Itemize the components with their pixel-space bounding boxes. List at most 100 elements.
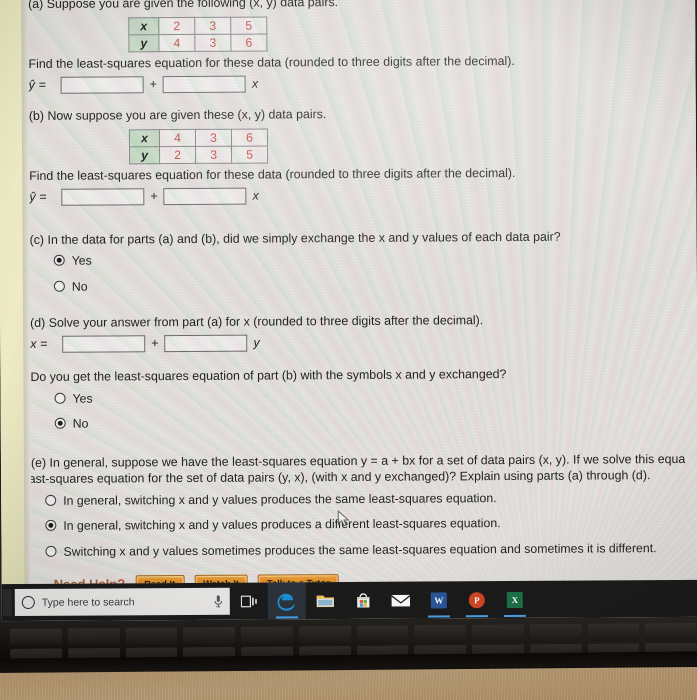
part-c-option-no[interactable]: No	[53, 275, 697, 295]
part-d-options: Yes No	[54, 386, 697, 432]
taskbar-item-file-explorer[interactable]	[306, 582, 344, 619]
part-b-intercept-input[interactable]	[61, 188, 145, 206]
taskbar-item-word[interactable]: W	[420, 581, 458, 618]
table-a-y-1: 3	[194, 34, 231, 52]
taskbar-icons: W P X	[230, 581, 534, 620]
table-b-x-0: 4	[159, 128, 196, 147]
part-d-option-no[interactable]: No	[54, 412, 697, 432]
radio-selected-icon[interactable]	[53, 255, 65, 267]
taskbar-start-edge[interactable]	[2, 589, 12, 617]
part-b-answer-line: ŷ = + x	[29, 185, 696, 206]
table-a-x-2: 5	[230, 16, 267, 35]
part-e-option-2[interactable]: In general, switching x and y values pro…	[45, 514, 697, 534]
powerpoint-icon-letter: P	[474, 594, 480, 605]
word-icon-letter: W	[434, 594, 444, 605]
microphone-icon[interactable]	[214, 595, 223, 608]
table-b-x-label: x	[129, 129, 160, 147]
radio-unselected-icon[interactable]	[53, 280, 65, 292]
cortana-icon[interactable]	[21, 595, 35, 610]
part-e-option-2-label: In general, switching x and y values pro…	[63, 516, 501, 533]
table-a-x-label: x	[128, 17, 159, 35]
excel-icon-letter: X	[511, 594, 519, 605]
taskbar-item-edge[interactable]	[267, 582, 306, 620]
part-d-answer-line: x = + y	[30, 332, 697, 353]
taskbar-item-microsoft-store[interactable]	[344, 582, 382, 619]
powerpoint-icon[interactable]: P	[468, 591, 485, 608]
part-e-option-1[interactable]: In general, switching x and y values pro…	[45, 489, 697, 509]
microsoft-store-icon[interactable]	[354, 592, 371, 609]
radio-unselected-icon[interactable]	[54, 392, 66, 404]
part-d-option-no-label: No	[72, 416, 89, 431]
table-b-y-1: 3	[195, 146, 232, 164]
part-d-intercept-input[interactable]	[62, 335, 146, 353]
search-placeholder: Type here to search	[41, 595, 135, 609]
edge-icon[interactable]	[277, 591, 297, 611]
taskbar-item-excel[interactable]: X	[496, 581, 534, 618]
laptop-photo: (a) Suppose you are given the following …	[0, 0, 697, 700]
part-d-followup-prompt: Do you get the least-squares equation of…	[30, 367, 507, 384]
taskbar-item-mail[interactable]	[382, 582, 420, 619]
radio-unselected-icon[interactable]	[45, 494, 57, 506]
data-table-b: x 4 3 6 y 2 3 5	[128, 128, 269, 165]
table-row: y 2 3 5	[129, 145, 268, 165]
task-view-icon[interactable]	[240, 594, 257, 608]
part-e-option-3[interactable]: Switching x and y values sometimes produ…	[45, 540, 697, 560]
part-a-answer-line: ŷ = + x	[29, 73, 696, 94]
word-icon[interactable]: W	[430, 591, 447, 609]
part-c-options: Yes No	[53, 249, 697, 295]
part-b: (b) Now suppose you are given these (x, …	[29, 104, 697, 206]
keyboard-row-top	[9, 622, 697, 646]
table-b-x-1: 3	[195, 128, 232, 147]
table-b-y-label: y	[129, 146, 160, 165]
part-a-prompt: (a) Suppose you are given the following …	[28, 0, 339, 11]
radio-selected-icon[interactable]	[54, 417, 66, 429]
taskbar-item-powerpoint[interactable]: P	[458, 581, 496, 618]
table-a-y-2: 6	[230, 33, 267, 52]
part-e-option-1-label: In general, switching x and y values pro…	[63, 490, 497, 508]
question-content: (a) Suppose you are given the following …	[19, 0, 697, 585]
part-a-slope-input[interactable]	[162, 75, 247, 94]
table-a-x-0: 2	[158, 17, 195, 35]
part-d-plus: +	[151, 336, 159, 351]
windows-taskbar: Type here to search W P X	[1, 579, 697, 622]
part-e-options: In general, switching x and y values pro…	[45, 489, 697, 560]
part-a-intercept-input[interactable]	[60, 76, 144, 94]
taskbar-search-box[interactable]: Type here to search	[14, 587, 230, 617]
part-d-option-yes[interactable]: Yes	[54, 386, 697, 406]
table-b-y-2: 5	[231, 145, 268, 164]
table-row: x 2 3 5	[128, 16, 267, 35]
table-a-x-1: 3	[194, 16, 231, 35]
part-d: (d) Solve your answer from part (a) for …	[30, 311, 697, 432]
radio-unselected-icon[interactable]	[45, 545, 57, 557]
part-e-option-3-label: Switching x and y values sometimes produ…	[63, 540, 657, 559]
table-b-y-0: 2	[159, 146, 196, 164]
part-b-slope-input[interactable]	[163, 187, 247, 205]
part-d-option-yes-label: Yes	[72, 391, 93, 406]
part-e: (e) In general, suppose we have the leas…	[19, 450, 697, 560]
part-c-option-yes[interactable]: Yes	[53, 249, 697, 269]
mouse-cursor-icon	[337, 509, 350, 527]
file-explorer-icon[interactable]	[315, 593, 334, 609]
part-a-instruction: Find the least-squares equation for thes…	[28, 54, 515, 72]
part-b-lhs: ŷ =	[29, 189, 47, 204]
part-a: (a) Suppose you are given the following …	[28, 0, 696, 94]
table-row: y 4 3 6	[128, 33, 267, 53]
part-a-plus: +	[149, 77, 157, 92]
excel-icon[interactable]: X	[506, 591, 523, 608]
table-a-y-0: 4	[158, 34, 195, 52]
table-a-y-label: y	[128, 34, 159, 53]
part-b-variable: x	[252, 188, 259, 203]
part-b-plus: +	[150, 189, 158, 204]
part-d-lhs: x =	[30, 336, 48, 351]
part-a-variable: x	[251, 76, 259, 91]
data-table-a: x 2 3 5 y 4 3 6	[128, 16, 268, 53]
part-d-slope-input[interactable]	[164, 334, 248, 353]
part-a-lhs: ŷ =	[28, 77, 46, 92]
radio-selected-icon[interactable]	[45, 519, 57, 532]
part-c-option-yes-label: Yes	[71, 253, 92, 269]
part-d-prompt: (d) Solve your answer from part (a) for …	[30, 313, 484, 331]
taskbar-item-task-view[interactable]	[230, 582, 268, 619]
laptop-screen: (a) Suppose you are given the following …	[0, 0, 697, 622]
part-c-option-no-label: No	[71, 279, 88, 294]
mail-icon[interactable]	[391, 593, 411, 607]
